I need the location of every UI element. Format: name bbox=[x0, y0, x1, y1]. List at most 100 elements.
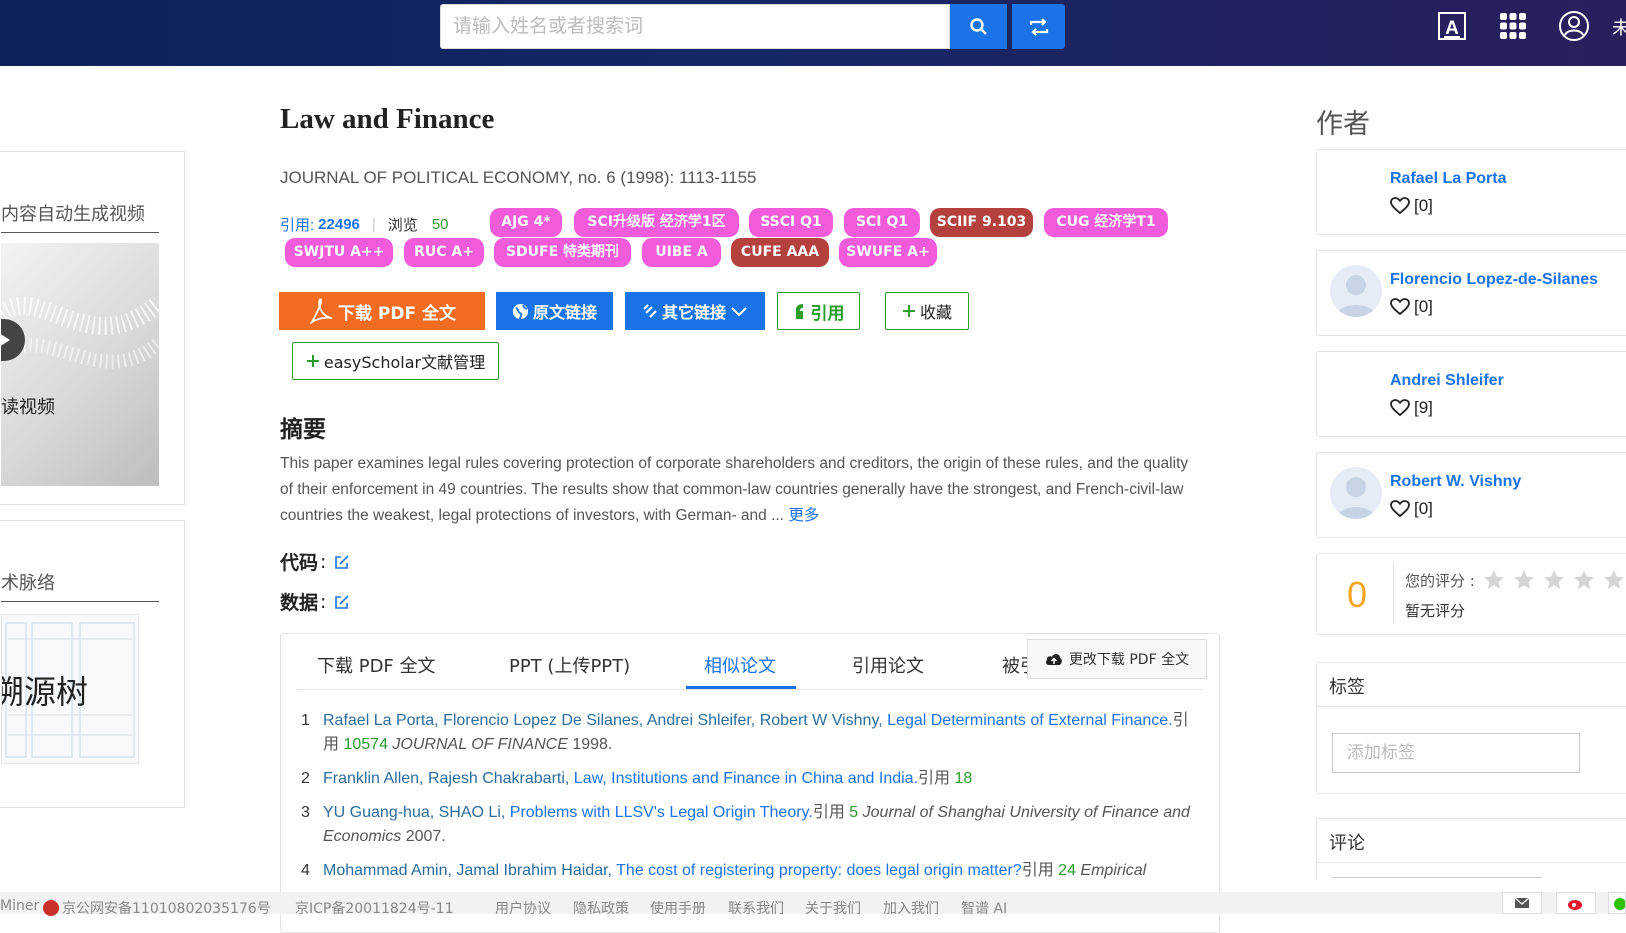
footer-link-join[interactable]: 加入我们 bbox=[883, 898, 939, 918]
ref-authors[interactable]: Franklin Allen, Rajesh Chakrabarti, bbox=[323, 770, 569, 787]
add-tag-input[interactable]: 添加标签 bbox=[1332, 733, 1580, 773]
footer-link-contact[interactable]: 联系我们 bbox=[728, 898, 784, 918]
user-account-icon[interactable] bbox=[1557, 9, 1591, 43]
search-input[interactable]: 请输入姓名或者搜索词 bbox=[440, 4, 950, 49]
weibo-icon[interactable] bbox=[1556, 892, 1596, 914]
user-name[interactable]: 未 bbox=[1612, 14, 1626, 40]
footer-link-zhipu[interactable]: 智谱 AI bbox=[961, 898, 1007, 918]
author-like-count: [0] bbox=[1414, 297, 1433, 316]
ref-authors[interactable]: Mohammad Amin, Jamal Ibrahim Haidar, bbox=[323, 862, 612, 879]
rating-stars[interactable] bbox=[1483, 569, 1625, 591]
tags-heading: 标签 bbox=[1329, 677, 1365, 698]
star-icon[interactable] bbox=[1543, 569, 1565, 591]
trace-map-thumbnail[interactable]: 溯源树 bbox=[1, 614, 139, 764]
download-pdf-button[interactable]: 下载 PDF 全文 bbox=[279, 292, 485, 330]
views-label: 浏览 bbox=[387, 217, 418, 234]
author-name[interactable]: Florencio Lopez-de-Silanes bbox=[1390, 271, 1598, 289]
star-icon[interactable] bbox=[1483, 569, 1505, 591]
edit-icon[interactable] bbox=[334, 594, 350, 610]
avatar bbox=[1330, 467, 1382, 519]
ranking-tag-sci-upgrade[interactable]: SCI升级版 经济学1区 bbox=[574, 208, 739, 237]
other-links-dropdown[interactable]: 其它链接 bbox=[625, 292, 765, 330]
ranking-tag-sci[interactable]: SCI Q1 bbox=[844, 208, 920, 237]
author-name[interactable]: Robert W. Vishny bbox=[1390, 473, 1521, 491]
divider: | bbox=[371, 216, 376, 233]
author-like[interactable]: [0] bbox=[1390, 196, 1433, 216]
ranking-tag-cug[interactable]: CUG 经济学T1 bbox=[1044, 208, 1168, 237]
cloud-upload-icon bbox=[1045, 654, 1062, 665]
play-icon bbox=[1, 334, 10, 346]
ref-title-link[interactable]: Law, Institutions and Finance in China a… bbox=[574, 770, 918, 787]
more-link[interactable]: 更多 bbox=[788, 507, 819, 524]
heart-icon[interactable] bbox=[1390, 197, 1410, 215]
heart-icon[interactable] bbox=[1390, 399, 1410, 417]
ref-journal: Empirical bbox=[1080, 862, 1147, 879]
switch-mode-button[interactable] bbox=[1012, 4, 1065, 49]
easyscholar-button[interactable]: easyScholar文献管理 bbox=[292, 342, 499, 380]
police-record-link[interactable]: 京公网安备11010802035176号 bbox=[62, 898, 271, 918]
footer-link-about[interactable]: 关于我们 bbox=[805, 898, 861, 918]
ranking-tag-ruc[interactable]: RUC A+ bbox=[404, 238, 484, 267]
cite-button[interactable]: 引用 bbox=[777, 292, 860, 330]
star-icon[interactable] bbox=[1603, 569, 1625, 591]
author-name[interactable]: Rafael La Porta bbox=[1390, 170, 1506, 188]
footer-link-terms[interactable]: 用户协议 bbox=[495, 898, 551, 918]
ref-title-link[interactable]: The cost of registering property: does l… bbox=[616, 862, 1022, 879]
video-thumbnail[interactable]: 读视频 bbox=[1, 243, 159, 486]
ref-title-link[interactable]: Legal Determinants of External Finance. bbox=[887, 712, 1172, 729]
ranking-tag-sdufe[interactable]: SDUFE 特类期刊 bbox=[494, 238, 631, 267]
author-like[interactable]: [9] bbox=[1390, 398, 1433, 418]
favorite-button[interactable]: 收藏 bbox=[885, 292, 969, 330]
favorite-label: 收藏 bbox=[919, 303, 952, 322]
ref-title-link[interactable]: Problems with LLSV's Legal Origin Theory… bbox=[510, 804, 813, 821]
ref-authors[interactable]: YU Guang-hua, SHAO Li, bbox=[323, 804, 505, 821]
cite-count[interactable]: 22496 bbox=[318, 216, 360, 233]
star-icon[interactable] bbox=[1513, 569, 1535, 591]
author-like[interactable]: [0] bbox=[1390, 297, 1433, 317]
ranking-tag-swufe[interactable]: SWUFE A+ bbox=[839, 238, 937, 267]
trace-map-caption: 溯源树 bbox=[1, 673, 89, 711]
ref-cite-count: 10574 bbox=[343, 736, 388, 753]
ranking-tag-ssci[interactable]: SSCI Q1 bbox=[749, 208, 833, 237]
wave-dots-graphic bbox=[1, 296, 159, 369]
wechat-icon[interactable] bbox=[1608, 892, 1626, 914]
original-link-button[interactable]: 原文链接 bbox=[496, 292, 613, 330]
ref-cite-label: 引用 bbox=[812, 804, 845, 821]
tab-ppt[interactable]: PPT (上传PPT) bbox=[509, 652, 630, 678]
ranking-tag-uibe[interactable]: UIBE A bbox=[642, 238, 721, 267]
edit-icon[interactable] bbox=[334, 554, 350, 570]
change-pdf-button[interactable]: 更改下载 PDF 全文 bbox=[1027, 639, 1207, 679]
footer-link-privacy[interactable]: 隐私政策 bbox=[573, 898, 629, 918]
ref-cite-count: 24 bbox=[1058, 862, 1076, 879]
tab-download-pdf[interactable]: 下载 PDF 全文 bbox=[317, 652, 436, 678]
ref-authors[interactable]: Rafael La Porta, Florencio Lopez De Sila… bbox=[323, 712, 883, 729]
comment-input[interactable] bbox=[1332, 877, 1542, 887]
search-button[interactable] bbox=[950, 4, 1007, 49]
author-card: Andrei Shleifer [9] bbox=[1316, 351, 1626, 437]
ranking-tag-swjtu[interactable]: SWJTU A++ bbox=[285, 238, 393, 267]
list-item-number: 2 bbox=[301, 770, 310, 787]
person-silhouette-icon bbox=[1336, 275, 1376, 317]
star-icon[interactable] bbox=[1573, 569, 1595, 591]
tags-panel: 标签 添加标签 bbox=[1316, 662, 1626, 794]
tab-citing-papers[interactable]: 引用论文 bbox=[852, 652, 924, 678]
mail-icon[interactable] bbox=[1502, 892, 1542, 914]
ranking-tag-sciif[interactable]: SCIIF 9.103 bbox=[930, 208, 1033, 237]
heart-icon[interactable] bbox=[1390, 298, 1410, 316]
heart-icon[interactable] bbox=[1390, 500, 1410, 518]
ranking-tag-ajg[interactable]: AJG 4* bbox=[490, 208, 562, 237]
icp-record-link[interactable]: 京ICP备20011824号-11 bbox=[295, 898, 453, 918]
cite-count-label[interactable]: 引用: bbox=[280, 214, 314, 235]
ranking-tag-cufe[interactable]: CUFE AAA bbox=[731, 238, 829, 267]
plus-icon bbox=[306, 355, 319, 367]
author-like[interactable]: [0] bbox=[1390, 499, 1433, 519]
apps-grid-icon[interactable] bbox=[1496, 9, 1530, 43]
divider bbox=[1317, 706, 1626, 707]
author-name[interactable]: Andrei Shleifer bbox=[1390, 372, 1504, 390]
translate-icon[interactable]: A bbox=[1435, 9, 1469, 43]
abstract-text: This paper examines legal rules covering… bbox=[280, 451, 1190, 529]
tab-similar-papers[interactable]: 相似论文 bbox=[704, 652, 776, 678]
trace-map-card-title: 术脉络 bbox=[1, 573, 55, 594]
paper-tabs-panel: 下载 PDF 全文 PPT (上传PPT) 相似论文 引用论文 被引 更改下载 … bbox=[280, 633, 1220, 933]
footer-link-manual[interactable]: 使用手册 bbox=[650, 898, 706, 918]
